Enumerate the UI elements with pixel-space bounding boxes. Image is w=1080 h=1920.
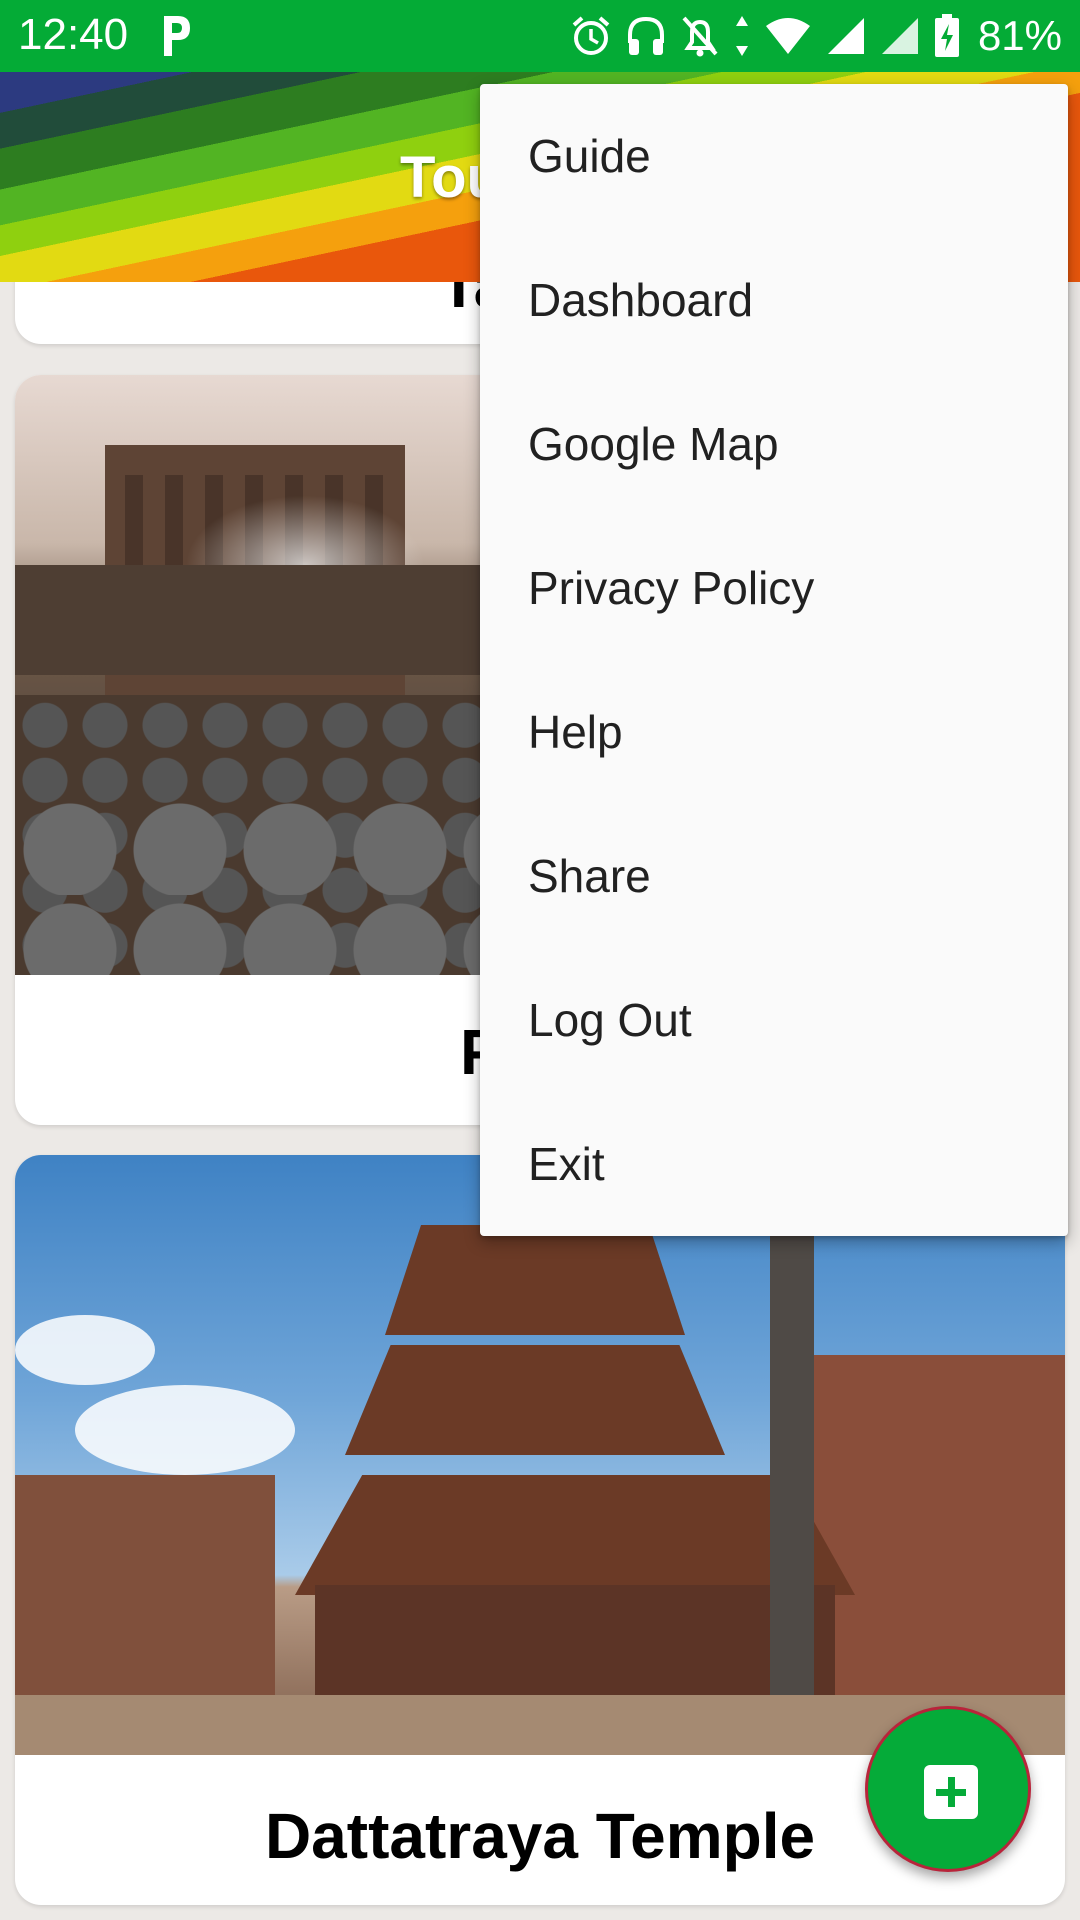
- place-card-image: [15, 1155, 1065, 1755]
- pillar-shape: [770, 1195, 814, 1755]
- status-bar: 12:40 81%: [0, 0, 1080, 72]
- menu-item-help[interactable]: Help: [480, 660, 1068, 804]
- headset-icon: [627, 16, 664, 55]
- menu-item-guide[interactable]: Guide: [480, 84, 1068, 228]
- status-time: 12:40: [18, 10, 129, 59]
- add-button[interactable]: [865, 1706, 1031, 1872]
- cloud-shape: [15, 1315, 155, 1385]
- add-icon: [924, 1765, 978, 1819]
- menu-item-log-out[interactable]: Log Out: [480, 948, 1068, 1092]
- alarm-icon: [572, 16, 610, 55]
- parking-icon: [164, 16, 190, 56]
- notifications-off-icon: [682, 16, 718, 57]
- menu-item-dashboard[interactable]: Dashboard: [480, 228, 1068, 372]
- status-icons: 81%: [570, 8, 1062, 64]
- battery-percentage: 81%: [977, 12, 1062, 59]
- menu-item-privacy-policy[interactable]: Privacy Policy: [480, 516, 1068, 660]
- battery-charging-icon: [934, 14, 959, 57]
- temple-roof-shape: [385, 1225, 685, 1335]
- menu-item-exit[interactable]: Exit: [480, 1092, 1068, 1236]
- temple-roof-shape: [345, 1345, 725, 1455]
- wifi-icon: [765, 18, 810, 54]
- signal-icon: [881, 18, 918, 54]
- menu-item-share[interactable]: Share: [480, 804, 1068, 948]
- cloud-shape: [75, 1385, 295, 1475]
- overflow-menu: Guide Dashboard Google Map Privacy Polic…: [480, 84, 1068, 1236]
- app-screen: 12:40 81% Tou Dattatraya Temple Guide Da…: [0, 0, 1080, 1920]
- menu-item-google-map[interactable]: Google Map: [480, 372, 1068, 516]
- shed-shape: [15, 565, 485, 675]
- data-arrows-icon: [735, 16, 748, 56]
- signal-icon: [827, 18, 864, 54]
